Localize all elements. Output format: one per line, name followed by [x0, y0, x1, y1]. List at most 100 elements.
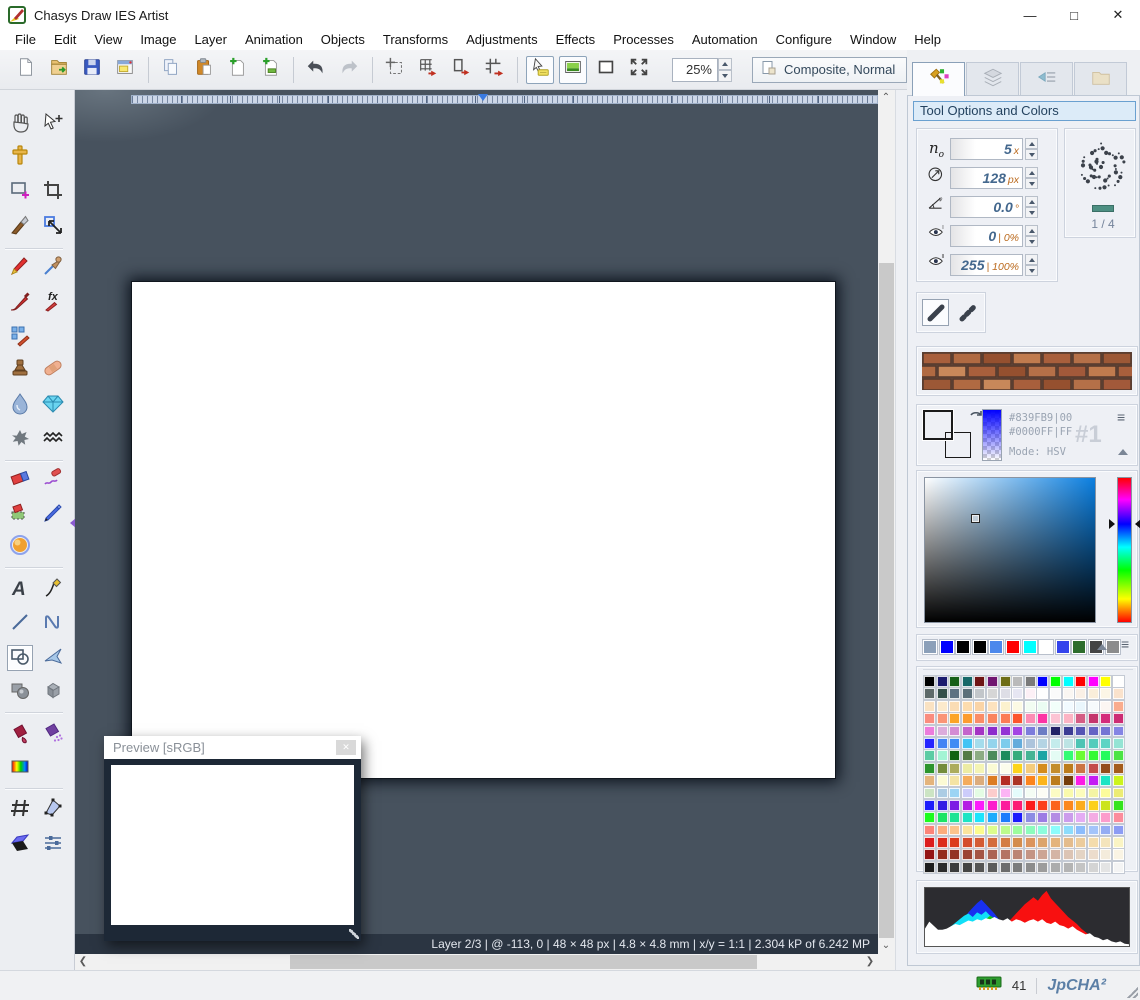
palette-swatch[interactable]: [1012, 700, 1024, 712]
palette-swatch[interactable]: [1087, 799, 1099, 811]
recent-color-swatch[interactable]: [923, 640, 937, 654]
palette-swatch[interactable]: [961, 713, 973, 724]
palette-swatch[interactable]: [1024, 700, 1036, 712]
saturation-value-picker[interactable]: [924, 477, 1096, 623]
palette-swatch[interactable]: [1087, 861, 1099, 873]
tool-crop[interactable]: [40, 179, 66, 205]
palette-swatch[interactable]: [1087, 725, 1099, 737]
recent-menu-icon[interactable]: ≡: [1121, 636, 1130, 652]
palette-swatch[interactable]: [1100, 849, 1112, 861]
tab-layers[interactable]: [966, 62, 1019, 95]
menu-adjustments[interactable]: Adjustments: [457, 30, 547, 50]
palette-swatch[interactable]: [924, 787, 935, 799]
palette-swatch[interactable]: [961, 787, 973, 799]
parameter-input[interactable]: 0.0 °: [950, 196, 1023, 218]
palette-swatch[interactable]: [974, 787, 986, 799]
tab-resources[interactable]: [1074, 62, 1127, 95]
palette-swatch[interactable]: [1062, 700, 1074, 712]
palette-swatch[interactable]: [1012, 737, 1024, 749]
palette-swatch[interactable]: [936, 762, 948, 774]
palette-swatch[interactable]: [974, 824, 986, 836]
palette-swatch[interactable]: [1024, 676, 1036, 687]
palette-swatch[interactable]: [1037, 849, 1049, 861]
recent-color-swatch[interactable]: [1055, 640, 1070, 654]
palette-swatch[interactable]: [936, 775, 948, 786]
palette-swatch[interactable]: [961, 676, 973, 687]
palette-swatch[interactable]: [986, 676, 998, 687]
palette-swatch[interactable]: [1087, 849, 1099, 861]
palette-swatch[interactable]: [999, 775, 1011, 786]
palette-swatch[interactable]: [1112, 700, 1124, 712]
spin-down[interactable]: [1025, 236, 1038, 247]
palette-swatch[interactable]: [1100, 688, 1112, 700]
palette-swatch[interactable]: [1075, 787, 1087, 799]
tool-spray-fill[interactable]: [40, 722, 66, 748]
palette-swatch[interactable]: [924, 762, 935, 774]
palette-swatch[interactable]: [1062, 799, 1074, 811]
palette-swatch[interactable]: [1049, 713, 1061, 724]
palette-swatch[interactable]: [999, 676, 1011, 687]
palette-swatch[interactable]: [974, 725, 986, 737]
color-menu-icon[interactable]: ≡: [1117, 409, 1126, 425]
palette-swatch[interactable]: [949, 799, 961, 811]
palette-swatch[interactable]: [1075, 812, 1087, 824]
palette-swatch[interactable]: [1049, 812, 1061, 824]
palette-swatch[interactable]: [1049, 762, 1061, 774]
palette-swatch[interactable]: [1024, 824, 1036, 836]
palette-swatch[interactable]: [1100, 762, 1112, 774]
palette-swatch[interactable]: [1062, 725, 1074, 737]
palette-swatch[interactable]: [986, 849, 998, 861]
tool-pencil[interactable]: [7, 255, 33, 281]
palette-swatch[interactable]: [949, 787, 961, 799]
palette-swatch[interactable]: [949, 812, 961, 824]
new-document-button[interactable]: [12, 56, 40, 84]
palette-swatch[interactable]: [974, 837, 986, 848]
color-collapse-icon[interactable]: [1118, 449, 1128, 455]
palette-swatch[interactable]: [949, 713, 961, 724]
zoom-input[interactable]: 25%: [672, 57, 718, 82]
menu-view[interactable]: View: [85, 30, 131, 50]
menu-file[interactable]: File: [6, 30, 45, 50]
tool-select-rectangle[interactable]: [7, 179, 33, 205]
palette-swatch[interactable]: [1062, 775, 1074, 786]
scroll-down-icon[interactable]: ⌄: [878, 938, 894, 954]
pointer-info-button[interactable]: [526, 55, 554, 84]
palette-swatch[interactable]: [936, 849, 948, 861]
tool-measure[interactable]: [7, 144, 33, 170]
tab-objects[interactable]: [1020, 62, 1073, 95]
palette-swatch[interactable]: [1112, 787, 1124, 799]
palette-swatch[interactable]: [949, 861, 961, 873]
palette-swatch[interactable]: [949, 837, 961, 848]
dashed-stroke-button[interactable]: [954, 299, 981, 326]
palette-swatch[interactable]: [1100, 861, 1112, 873]
palette-swatch[interactable]: [949, 725, 961, 737]
palette-swatch[interactable]: [1024, 737, 1036, 749]
palette-swatch[interactable]: [949, 762, 961, 774]
palette-swatch[interactable]: [949, 849, 961, 861]
palette-swatch[interactable]: [1075, 861, 1087, 873]
palette-swatch[interactable]: [1075, 688, 1087, 700]
palette-swatch[interactable]: [949, 750, 961, 762]
palette-swatch[interactable]: [1037, 725, 1049, 737]
palette-swatch[interactable]: [924, 799, 935, 811]
tool-knife[interactable]: [7, 214, 33, 240]
palette-swatch[interactable]: [1075, 700, 1087, 712]
palette-swatch[interactable]: [1112, 775, 1124, 786]
preview-close-button[interactable]: ✕: [336, 740, 356, 755]
palette-swatch[interactable]: [999, 737, 1011, 749]
parameter-input[interactable]: 5x: [950, 138, 1023, 160]
tool-pan[interactable]: [7, 112, 33, 138]
palette-swatch[interactable]: [974, 812, 986, 824]
palette-swatch[interactable]: [1012, 725, 1024, 737]
palette-swatch[interactable]: [961, 799, 973, 811]
palette-swatch[interactable]: [924, 700, 935, 712]
palette-swatch[interactable]: [1012, 762, 1024, 774]
palette-swatch[interactable]: [1037, 799, 1049, 811]
palette-swatch[interactable]: [986, 713, 998, 724]
palette-swatch[interactable]: [1075, 750, 1087, 762]
palette-swatch[interactable]: [1062, 688, 1074, 700]
palette-swatch[interactable]: [1087, 824, 1099, 836]
palette-swatch[interactable]: [974, 799, 986, 811]
palette-swatch[interactable]: [961, 861, 973, 873]
spin-up[interactable]: [1025, 167, 1038, 178]
